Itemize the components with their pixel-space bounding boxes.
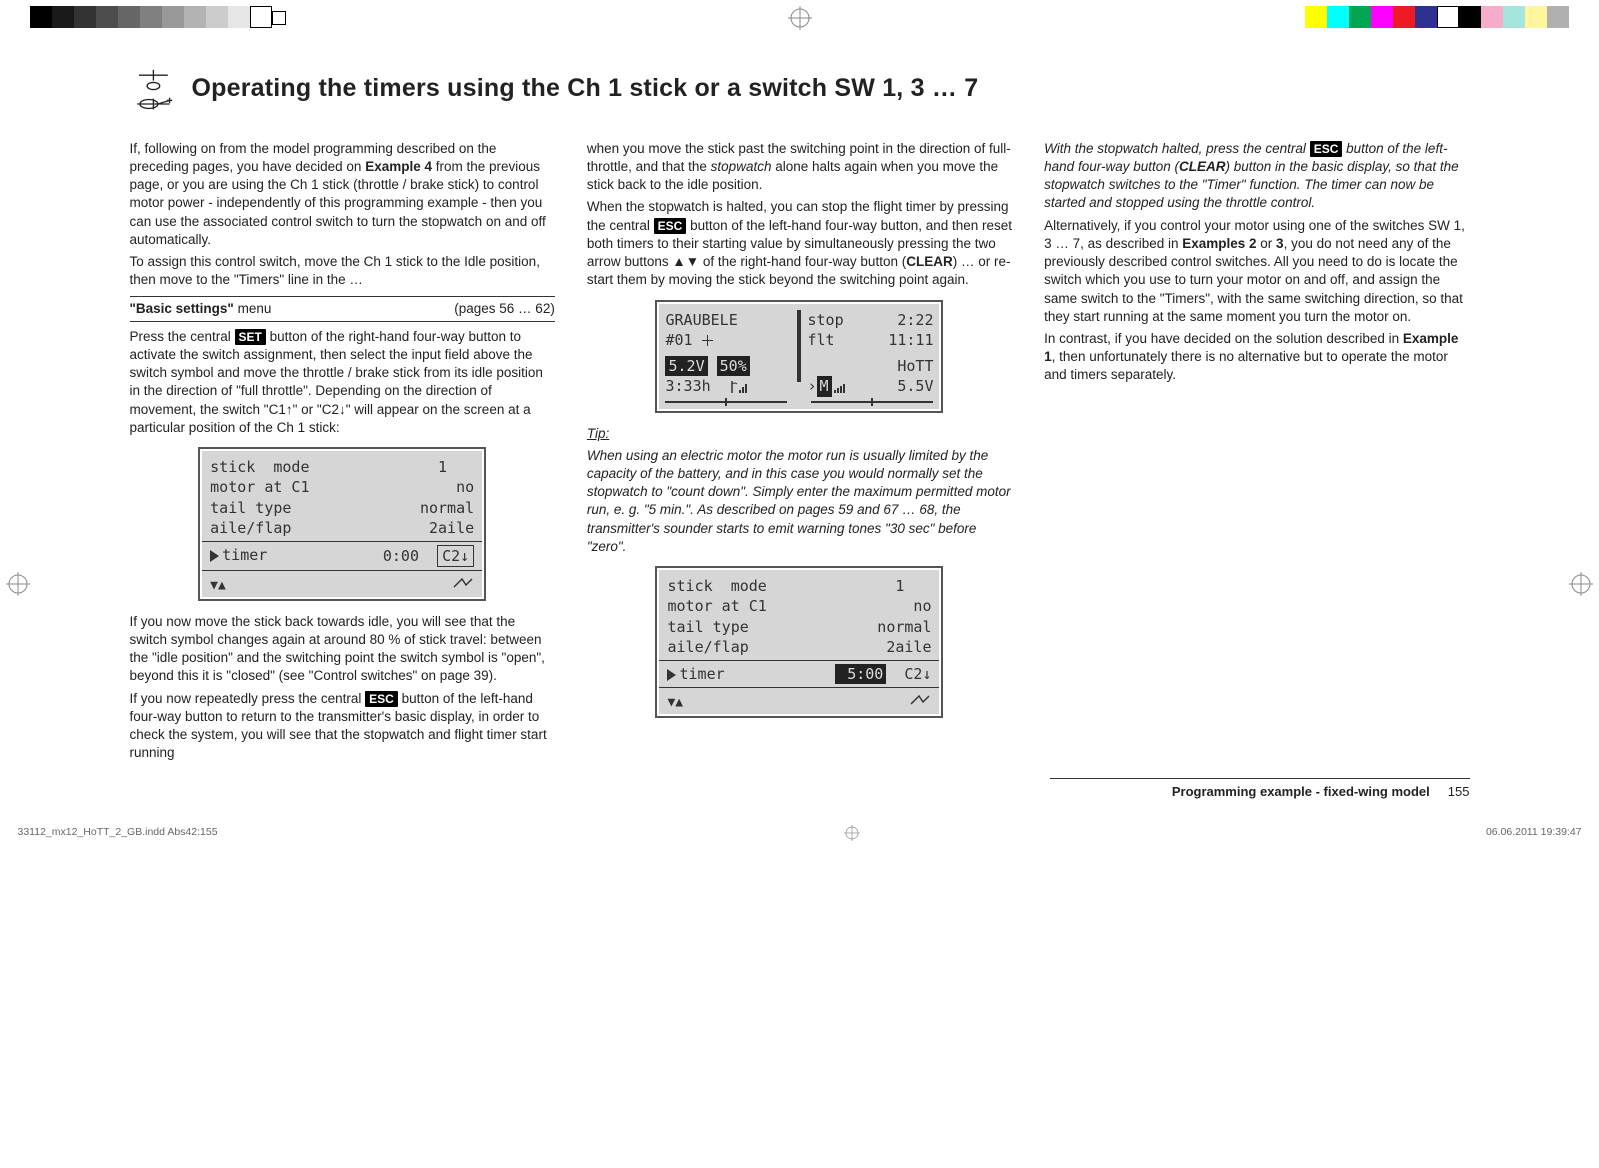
print-footer: 33112_mx12_HoTT_2_GB.indd Abs42:155 06.0…: [18, 825, 1582, 841]
cmyk-bar: [1305, 6, 1569, 28]
s1-row-aile: aile/flap2aile: [210, 518, 474, 538]
c1-p4: If you now move the stick back towards i…: [130, 613, 555, 686]
s1-row-motor: motor at C1no: [210, 477, 474, 497]
print-datetime: 06.06.2011 19:39:47: [1486, 825, 1582, 841]
s1-row-tail: tail typenormal: [210, 498, 474, 518]
registration-mark-icon: [788, 6, 812, 30]
s3-row-stick-mode: stick mode1: [667, 576, 931, 596]
cursor-pointer-icon: [210, 550, 219, 562]
heli-model-icon: [130, 68, 175, 113]
esc-key: ESC: [654, 218, 687, 234]
s3-footer-arrows: ▼▲: [667, 691, 931, 712]
column-1: If, following on from the model programm…: [130, 140, 555, 767]
main-percent: 50%: [717, 356, 750, 376]
c3-p2: Alternatively, if you control your motor…: [1044, 217, 1469, 326]
s1-switch-box: C2↓: [437, 545, 474, 567]
s3-time-inv: 5:00: [835, 664, 886, 684]
c1-p2: To assign this control switch, move the …: [130, 253, 555, 289]
s1-row-stick-mode: stick mode1: [210, 457, 474, 477]
set-key: SET: [235, 329, 266, 345]
lcd-screen-3: stick mode1 motor at C1no tail typenorma…: [655, 566, 943, 718]
main-left-pane: GRAUBELE #01 5.2V 50% 3:33h: [665, 310, 791, 397]
main-right-pane: stop2:22 flt11:11 HoTT ›M 5.5V: [807, 310, 933, 397]
print-file-name: 33112_mx12_HoTT_2_GB.indd Abs42:155: [18, 825, 218, 841]
registration-mark-bottom-icon: [844, 825, 860, 841]
page-content: Operating the timers using the Ch 1 stic…: [130, 62, 1470, 847]
main-divider: [797, 310, 801, 382]
cursor-pointer-icon: [667, 669, 676, 681]
s3-row-tail: tail typenormal: [667, 617, 931, 637]
s3-row-timer: timer 5:00 C2↓: [667, 664, 931, 684]
c1-p5: If you now repeatedly press the central …: [130, 690, 555, 763]
s1-footer-arrows: ▼▲: [210, 574, 474, 595]
s1-row-timer: timer 0:00 C2↓: [210, 545, 474, 567]
esc-key: ESC: [1310, 141, 1343, 157]
page-number: 155: [1448, 784, 1470, 799]
signal-bars-icon: [832, 377, 852, 395]
esc-key: ESC: [365, 691, 398, 707]
main-volt-left: 5.2V: [665, 356, 707, 376]
tip-label: Tip:: [587, 425, 1012, 443]
grayscale-bar: [30, 6, 286, 28]
c2-p1: when you move the stick past the switchi…: [587, 140, 1012, 195]
c2-p2: When the stopwatch is halted, you can st…: [587, 198, 1012, 289]
menu-reference-row: "Basic settings" menu (pages 56 … 62): [130, 296, 555, 322]
antenna-icon: [729, 377, 749, 395]
print-marks-top: [0, 4, 1599, 32]
c3-p3: In contrast, if you have decided on the …: [1044, 330, 1469, 385]
s3-row-aile: aile/flap2aile: [667, 637, 931, 657]
c1-p1: If, following on from the model programm…: [130, 140, 555, 249]
s3-row-motor: motor at C1no: [667, 596, 931, 616]
footer-section: Programming example - fixed-wing model: [1172, 784, 1430, 799]
column-2: when you move the stick past the switchi…: [587, 140, 1012, 767]
tip-body: When using an electric motor the motor r…: [587, 447, 1012, 556]
lcd-screen-1: stick mode1 motor at C1no tail typenorma…: [198, 447, 486, 601]
page-footer: Programming example - fixed-wing model 1…: [1050, 778, 1470, 801]
main-trim-bars: [665, 401, 933, 407]
registration-mark-left-icon: [6, 572, 30, 596]
c3-italic-block: With the stopwatch halted, press the cen…: [1044, 140, 1469, 213]
lcd-main-display: GRAUBELE #01 5.2V 50% 3:33h stop2:22 flt…: [655, 300, 943, 413]
column-3: With the stopwatch halted, press the cen…: [1044, 140, 1469, 767]
cross-icon: [702, 335, 713, 346]
m-icon: M: [817, 376, 832, 396]
c1-p3: Press the central SET button of the righ…: [130, 328, 555, 437]
page-title: Operating the timers using the Ch 1 stic…: [192, 72, 1470, 106]
registration-mark-right-icon: [1569, 572, 1593, 596]
